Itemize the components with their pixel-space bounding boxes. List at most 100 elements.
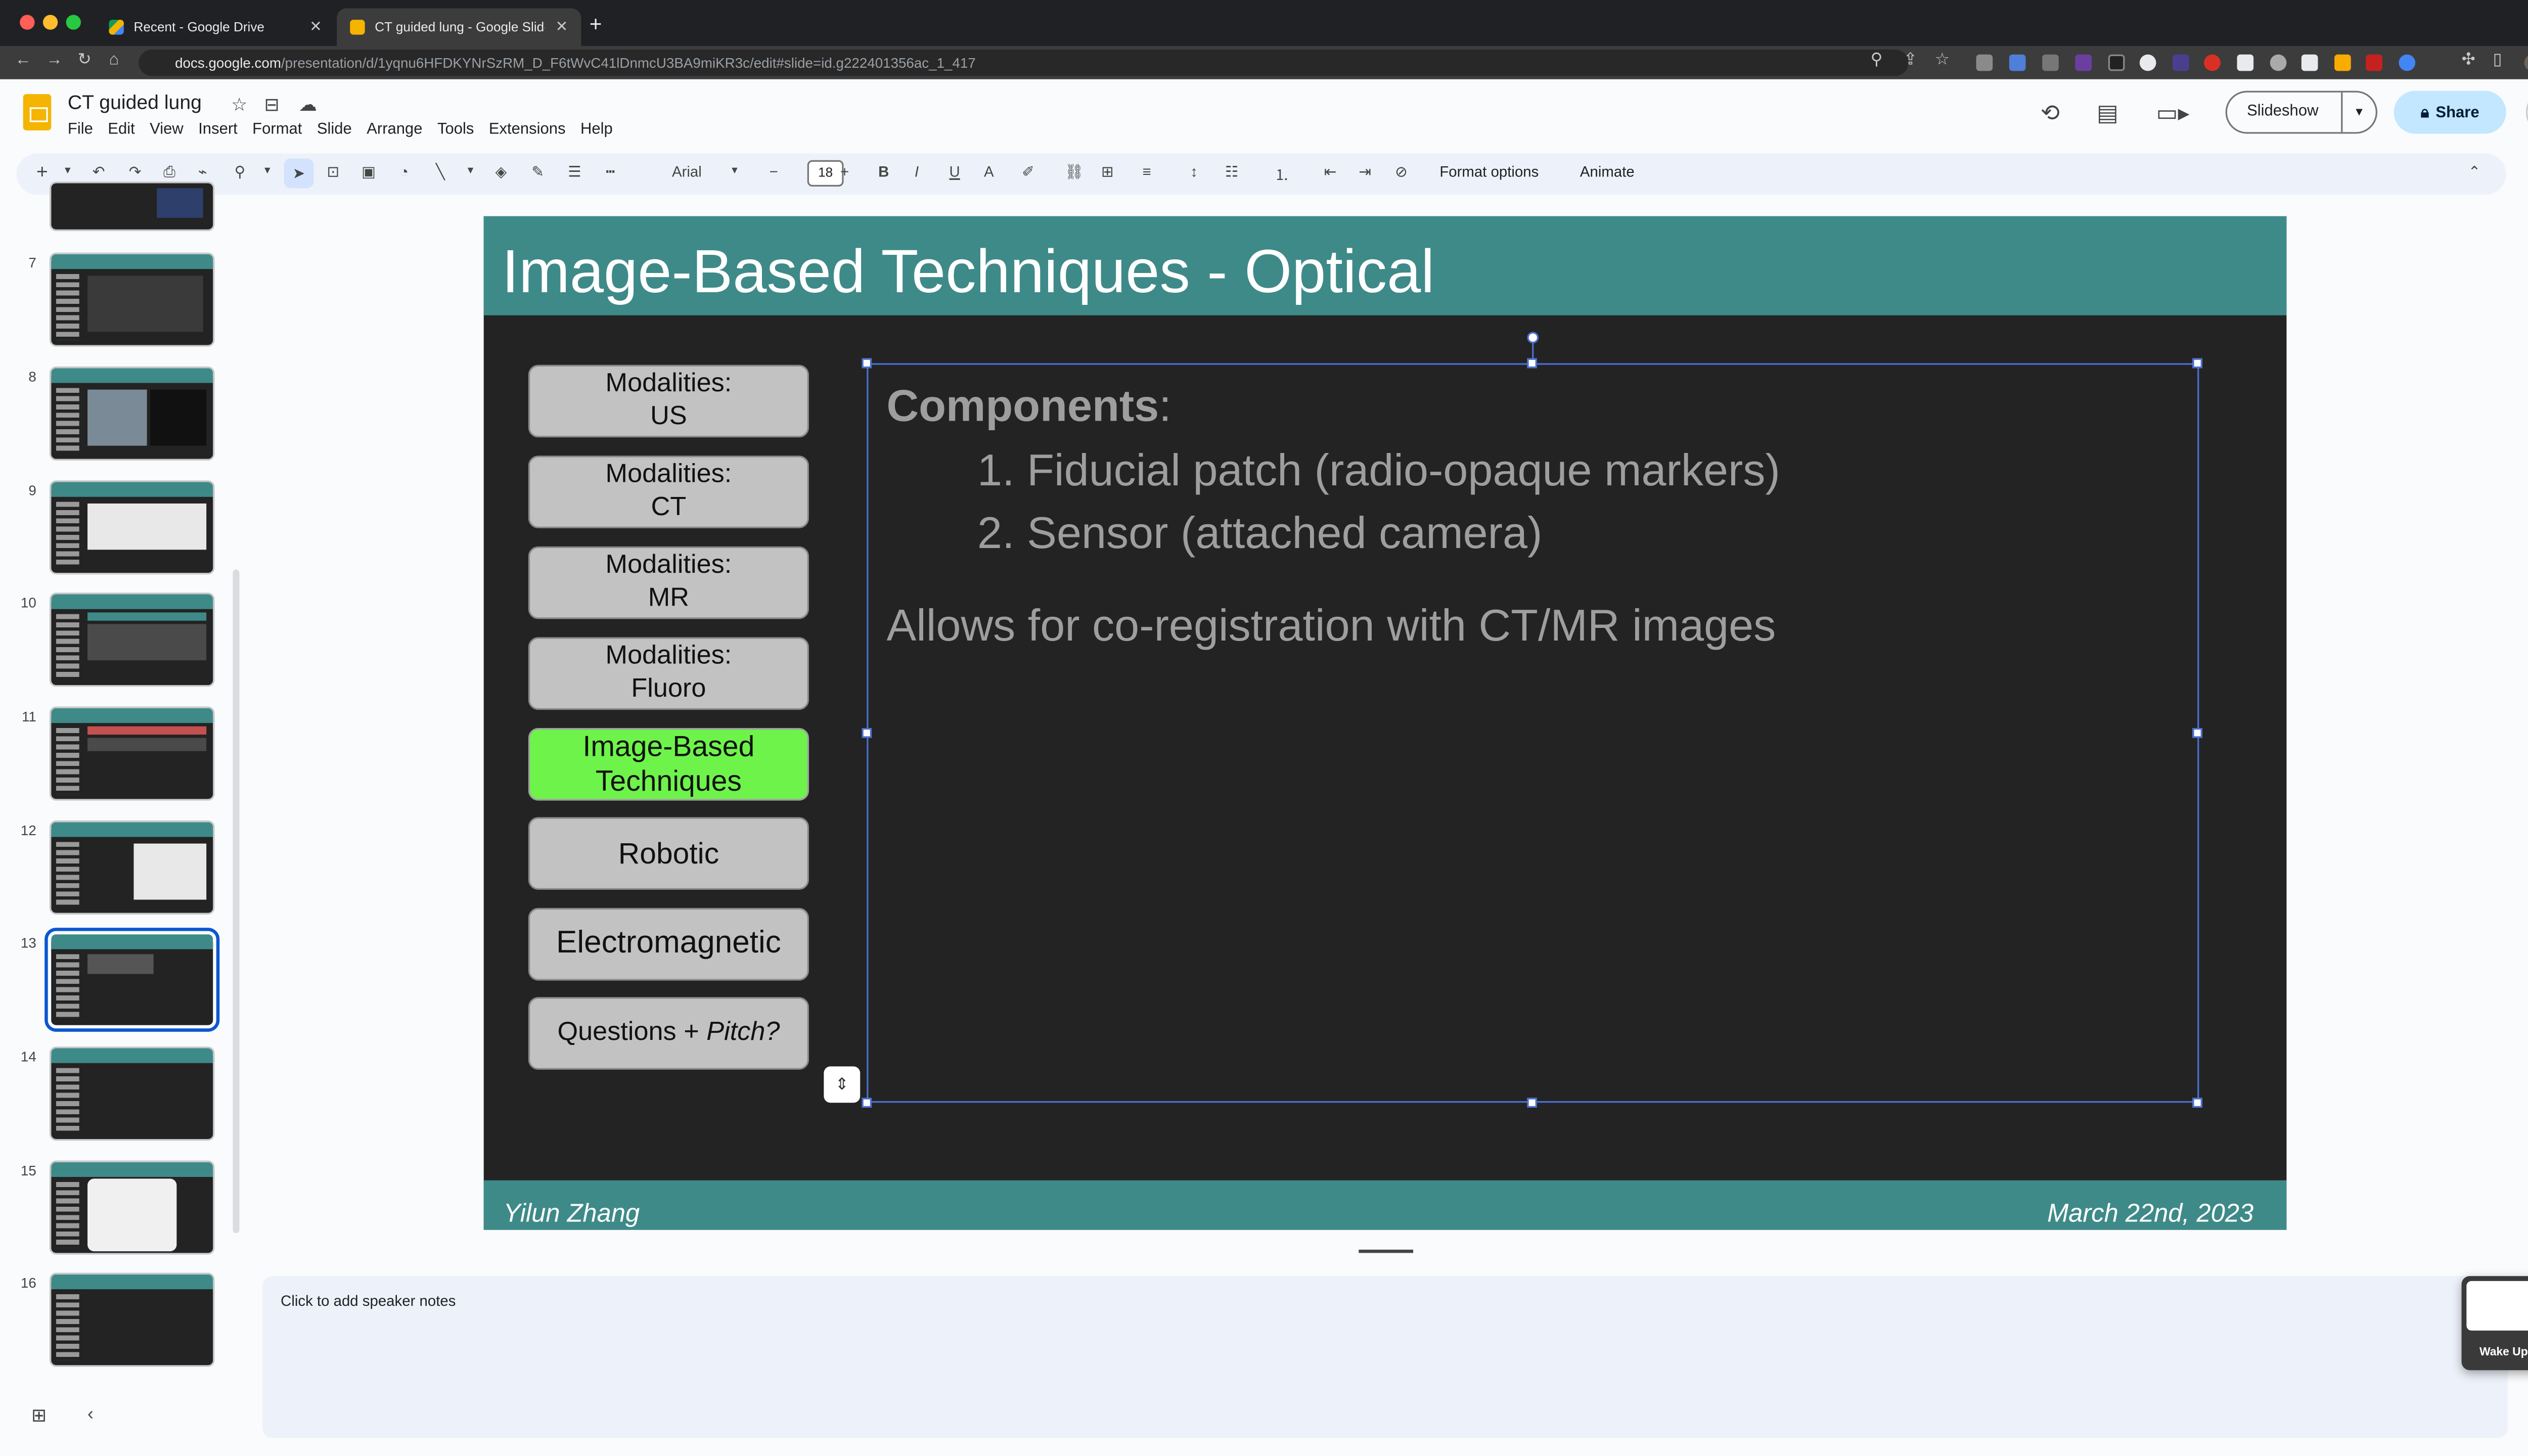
resize-handle[interactable] <box>1527 1098 1537 1108</box>
menu-file[interactable]: File <box>68 120 93 139</box>
footer-author[interactable]: Yilun Zhang <box>504 1200 640 1230</box>
back-icon[interactable]: ← <box>15 51 31 69</box>
footer-date[interactable]: March 22nd, 2023 <box>2047 1200 2253 1230</box>
collapse-filmstrip-icon[interactable]: ‹ <box>87 1405 94 1425</box>
extension-icon[interactable] <box>2334 54 2351 71</box>
bulleted-list-icon[interactable]: ☷ <box>1225 163 1238 181</box>
tab-google-slides[interactable]: CT guided lung - Google Slides ✕ <box>337 8 581 47</box>
autofit-options-icon[interactable]: ⇕ <box>824 1066 861 1103</box>
collapse-toolbar-icon[interactable]: ⌃ <box>2468 163 2481 181</box>
extension-icon[interactable] <box>2399 54 2416 71</box>
bookmark-star-icon[interactable]: ☆ <box>1935 51 1950 69</box>
chevron-down-icon[interactable]: ▼ <box>262 167 272 177</box>
paint-format-icon[interactable]: ⌁ <box>198 163 207 181</box>
side-panel-icon[interactable]: ▯ <box>2493 51 2502 69</box>
font-family-select[interactable]: Arial <box>672 163 702 180</box>
slide-thumbnail-10[interactable] <box>49 593 215 687</box>
menu-extensions[interactable]: Extensions <box>489 120 566 139</box>
extension-icon[interactable] <box>2301 54 2318 71</box>
slide-thumbnail-8[interactable] <box>49 366 215 461</box>
profile-avatar-icon[interactable] <box>2524 54 2528 71</box>
nav-box-electromagnetic[interactable]: Electromagnetic <box>528 907 809 981</box>
insert-image-icon[interactable]: ▣ <box>362 163 376 181</box>
extension-icon[interactable] <box>1976 54 1993 71</box>
nav-box-image-based-techniques[interactable]: Image-Based Techniques <box>528 727 809 801</box>
link-icon[interactable]: ⛓ <box>1065 163 1084 181</box>
nav-box-robotic[interactable]: Robotic <box>528 817 809 890</box>
chevron-down-icon[interactable]: ▼ <box>466 167 475 177</box>
align-icon[interactable]: ≡ <box>1143 163 1151 180</box>
extension-icon[interactable] <box>2009 54 2026 71</box>
select-arrow-icon[interactable]: ➤ <box>284 158 314 189</box>
chevron-down-icon[interactable]: ▼ <box>63 167 72 177</box>
bold-icon[interactable]: B <box>878 163 889 180</box>
extension-icon[interactable] <box>2108 54 2125 71</box>
shape-icon[interactable]: ◔ <box>399 163 409 180</box>
decrease-font-icon[interactable]: − <box>770 163 778 180</box>
decrease-indent-icon[interactable]: ⇤ <box>1324 163 1337 181</box>
document-title[interactable]: CT guided lung <box>68 91 202 114</box>
slide-thumbnail-11[interactable] <box>49 706 215 801</box>
border-color-icon[interactable]: ✎ <box>531 163 544 181</box>
line-icon[interactable]: ╲ <box>436 163 445 181</box>
undo-icon[interactable]: ↶ <box>93 163 105 181</box>
resize-handle[interactable] <box>862 1098 872 1108</box>
italic-icon[interactable]: I <box>915 163 919 180</box>
format-options-button[interactable]: Format options <box>1439 163 1539 180</box>
line-spacing-icon[interactable]: ↕ <box>1190 163 1198 180</box>
slide-thumbnail-9[interactable] <box>49 480 215 575</box>
extension-icon[interactable] <box>2042 54 2059 71</box>
resize-handle[interactable] <box>2192 727 2202 738</box>
close-tab-icon[interactable]: ✕ <box>556 18 568 36</box>
resize-handle[interactable] <box>862 358 872 369</box>
close-window-button[interactable] <box>20 15 35 30</box>
minimize-window-button[interactable] <box>42 15 58 30</box>
share-page-icon[interactable]: ⇪ <box>1904 51 1917 69</box>
underline-icon[interactable]: U <box>950 163 960 180</box>
forward-icon[interactable]: → <box>46 51 63 69</box>
share-button[interactable]: 🔒︎ Share <box>2394 90 2506 134</box>
print-icon[interactable]: ⎙ <box>163 163 175 181</box>
speaker-notes-panel[interactable]: Click to add speaker notes <box>262 1276 2508 1438</box>
nav-box-questions-pitch[interactable]: Questions + Pitch? <box>528 997 809 1070</box>
star-icon[interactable]: ☆ <box>231 94 247 115</box>
nav-box-modalities-mr[interactable]: Modalities: MR <box>528 546 809 619</box>
move-folder-icon[interactable]: ⊟ <box>264 94 279 115</box>
resize-handle[interactable] <box>862 727 872 738</box>
clear-formatting-icon[interactable]: ⊘ <box>1395 163 1408 181</box>
filmstrip-scrollbar[interactable] <box>233 569 240 1234</box>
slide-thumbnail-14[interactable] <box>49 1046 215 1141</box>
grid-view-icon[interactable]: ⊞ <box>31 1405 47 1426</box>
menu-arrange[interactable]: Arrange <box>367 120 422 139</box>
new-tab-icon[interactable]: + <box>590 12 602 36</box>
nav-box-modalities-fluoro[interactable]: Modalities: Fluoro <box>528 637 809 710</box>
menu-slide[interactable]: Slide <box>317 120 352 139</box>
meet-camera-icon[interactable]: ▭▸ <box>2156 99 2189 127</box>
slide-title[interactable]: Image-Based Techniques - Optical <box>502 238 1435 307</box>
border-weight-icon[interactable]: ☰ <box>568 163 581 181</box>
slide-thumbnail-13[interactable] <box>44 928 220 1032</box>
extension-icon[interactable] <box>2237 54 2254 71</box>
new-slide-icon[interactable]: + <box>36 160 48 184</box>
resize-handle[interactable] <box>2192 358 2202 369</box>
content-text-box[interactable]: Components: 1. Fiducial patch (radio-opa… <box>867 363 2199 1103</box>
slide-canvas[interactable]: Image-Based Techniques - Optical Modalit… <box>483 216 2287 1230</box>
menu-insert[interactable]: Insert <box>198 120 238 139</box>
nav-box-modalities-us[interactable]: Modalities: US <box>528 365 809 438</box>
slide-thumbnail-15[interactable] <box>49 1160 215 1255</box>
numbered-list-icon[interactable]: ⒈ <box>1275 163 1289 185</box>
cloud-status-icon[interactable]: ☁ <box>299 94 317 115</box>
nav-box-modalities-ct[interactable]: Modalities: CT <box>528 456 809 528</box>
slide-thumbnail-12[interactable] <box>49 820 215 915</box>
chevron-down-icon[interactable]: ▼ <box>730 167 739 177</box>
chevron-down-icon[interactable]: ▼ <box>2342 107 2375 118</box>
resize-handle[interactable] <box>1527 358 1537 369</box>
menu-help[interactable]: Help <box>580 120 613 139</box>
menu-edit[interactable]: Edit <box>108 120 134 139</box>
comments-icon[interactable]: ▤ <box>2097 99 2118 127</box>
fill-color-icon[interactable]: ◈ <box>495 163 507 181</box>
slide-thumbnail-16[interactable] <box>49 1272 215 1367</box>
extension-icon[interactable] <box>2139 54 2156 71</box>
zoom-icon[interactable]: ⚲ <box>235 163 246 181</box>
extension-icon[interactable] <box>2075 54 2092 71</box>
